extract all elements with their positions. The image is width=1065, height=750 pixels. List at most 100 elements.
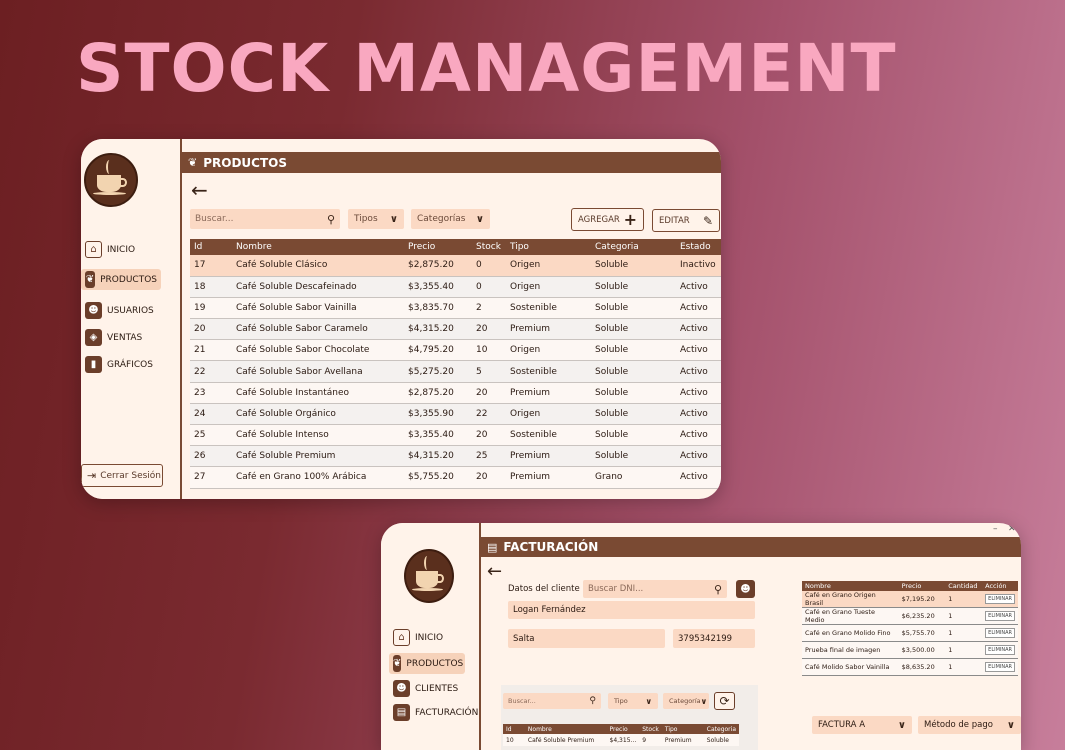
table-cell: $5,755.20 [404, 466, 472, 489]
invoice-type-dropdown[interactable]: FACTURA A ∨ [812, 716, 912, 734]
table-row: Prueba final de imagen $3,500.00 1 ELIMINAR [802, 641, 1018, 659]
minimize-icon[interactable]: – [993, 524, 998, 534]
table-cell: Café Soluble Instantáneo [232, 382, 404, 404]
table-cell: 21 [190, 339, 232, 362]
column-header[interactable]: Categoria [591, 239, 676, 255]
table-cell: Grano [591, 466, 676, 489]
table-cell: $5,275.20 [404, 360, 472, 383]
invoice-icon: ▤ [487, 540, 498, 554]
close-icon[interactable]: ✕ [1008, 524, 1016, 534]
add-button[interactable]: AGREGAR + [571, 208, 644, 231]
table-cell: $4,795.20 [404, 339, 472, 362]
remove-button[interactable]: ELIMINAR [985, 611, 1015, 622]
chevron-down-icon: ∨ [700, 696, 708, 706]
search-icon: ⚲ [326, 212, 335, 226]
remove-button[interactable]: ELIMINAR [985, 628, 1015, 639]
sidebar-item-inicio[interactable]: ⌂ INICIO [81, 239, 139, 260]
table-cell: Soluble [591, 297, 676, 320]
categorias-dropdown[interactable]: Categorías ∨ [411, 209, 490, 229]
table-cell: ELIMINAR [982, 624, 1018, 643]
table-row[interactable]: 25 Café Soluble Intenso $3,355.40 20 Sosteni… [190, 424, 721, 447]
table-row[interactable]: 27 Café en Grano 100% Arábica $5,755.20 20 P… [190, 466, 721, 489]
client-name-field[interactable]: Logan Fernández [508, 601, 755, 619]
column-header: Categoria [703, 724, 739, 734]
table-row[interactable]: 10 Café Soluble Premium $4,315... 9 Prem… [503, 734, 739, 746]
logout-button[interactable]: ⇥ Cerrar Sesión [81, 464, 163, 487]
sidebar-item-graficos[interactable]: ▮ GRÁFICOS [81, 354, 157, 375]
column-header[interactable]: Precio [404, 239, 472, 255]
dni-search-input[interactable]: Buscar DNI... ⚲ [583, 580, 727, 598]
sidebar-item-inicio[interactable]: ⌂ INICIO [389, 627, 447, 648]
table-cell: Café Soluble Orgánico [232, 403, 404, 426]
coffee-beans-icon: ❦ [188, 156, 198, 169]
table-cell: 1 [945, 641, 983, 659]
table-cell: $3,355.90 [404, 403, 472, 426]
remove-button[interactable]: ELIMINAR [985, 644, 1015, 655]
search-icon: ⚲ [713, 582, 722, 596]
column-header: Tipo [661, 724, 704, 734]
refresh-button[interactable]: ⟳ [714, 692, 735, 710]
table-cell: Activo [676, 403, 721, 426]
table-row[interactable]: 17 Café Soluble Clásico $2,875.20 0 Origen So… [190, 255, 721, 277]
table-cell: Activo [676, 424, 721, 447]
back-arrow-icon[interactable]: ← [191, 178, 208, 202]
column-header[interactable]: Nombre [232, 239, 404, 255]
table-row[interactable]: 23 Café Soluble Instantáneo $2,875.20 20 Pre… [190, 382, 721, 404]
table-cell: 19 [190, 297, 232, 320]
hero-title: STOCK MANAGEMENT [76, 30, 897, 107]
table-cell: ELIMINAR [982, 591, 1018, 609]
remove-button[interactable]: ELIMINAR [985, 594, 1015, 605]
table-cell: $2,875.20 [404, 255, 472, 277]
column-header[interactable]: Id [190, 239, 232, 255]
table-cell: Café Soluble Sabor Vainilla [232, 297, 404, 320]
table-cell: Soluble [591, 424, 676, 447]
sidebar-item-ventas[interactable]: ◈ VENTAS [81, 327, 146, 348]
table-cell: Café Soluble Intenso [232, 424, 404, 447]
table-row[interactable]: 26 Café Soluble Premium $4,315.20 25 Premium… [190, 445, 721, 468]
table-cell: Premium [506, 318, 591, 341]
tipo-dropdown[interactable]: Tipo ∨ [608, 693, 658, 709]
edit-button[interactable]: EDITAR ✎ [652, 209, 720, 232]
table-cell: Origen [506, 403, 591, 426]
table-row[interactable]: 18 Café Soluble Descafeinado $3,355.40 0 Ori… [190, 276, 721, 298]
table-row[interactable]: 24 Café Soluble Orgánico $3,355.90 22 Origen… [190, 403, 721, 426]
sidebar-item-usuarios[interactable]: ☻ USUARIOS [81, 300, 158, 321]
table-row[interactable]: 20 Café Soluble Sabor Caramelo $4,315.20 20… [190, 318, 721, 341]
table-cell: 22 [472, 403, 506, 426]
column-header[interactable]: Tipo [506, 239, 591, 255]
back-arrow-icon[interactable]: ← [487, 561, 502, 582]
table-cell: Soluble [591, 318, 676, 341]
client-phone-field[interactable]: 3795342199 [673, 629, 755, 648]
table-cell: 24 [190, 403, 232, 426]
sidebar-item-productos[interactable]: ❦ PRODUCTOS [81, 269, 161, 290]
table-cell: 1 [945, 624, 983, 643]
plus-icon: + [623, 210, 637, 229]
cart-table: Nombre Precio Cantidad Acción Café en Gr… [802, 581, 1018, 676]
sidebar-item-facturacion[interactable]: ▤ FACTURACIÓN [389, 702, 482, 723]
column-header[interactable]: Stock [472, 239, 506, 255]
column-header: Nombre [524, 724, 607, 734]
table-cell: 20 [472, 424, 506, 447]
table-cell: Café Soluble Sabor Caramelo [232, 318, 404, 341]
users-icon: ☻ [85, 302, 102, 319]
payment-method-dropdown[interactable]: Método de pago ∨ [918, 716, 1021, 734]
table-cell: Origen [506, 339, 591, 362]
table-cell: Café Soluble Clásico [232, 255, 404, 277]
client-city-field[interactable]: Salta [508, 629, 665, 648]
table-cell: Soluble [591, 403, 676, 426]
search-input[interactable]: Buscar... ⚲ [503, 693, 601, 709]
sidebar-item-productos[interactable]: ❦ PRODUCTOS [389, 653, 465, 674]
table-cell: 5 [472, 360, 506, 383]
column-header[interactable]: Estado [676, 239, 721, 255]
table-row[interactable]: 21 Café Soluble Sabor Chocolate $4,795.20 1… [190, 339, 721, 362]
table-cell: Sostenible [506, 360, 591, 383]
table-row[interactable]: 22 Café Soluble Sabor Avellana $5,275.20 5 S… [190, 360, 721, 383]
add-client-button[interactable]: ☻ [736, 580, 755, 598]
sidebar-item-clientes[interactable]: ☻ CLIENTES [389, 678, 462, 699]
table-row[interactable]: 19 Café Soluble Sabor Vainilla $3,835.70 2 S… [190, 297, 721, 320]
categoria-dropdown[interactable]: Categoría ∨ [663, 693, 709, 709]
remove-button[interactable]: ELIMINAR [985, 661, 1015, 672]
search-input[interactable]: Buscar... ⚲ [190, 209, 340, 229]
tipos-dropdown[interactable]: Tipos ∨ [348, 209, 404, 229]
table-cell: Prueba final de imagen [802, 641, 899, 659]
